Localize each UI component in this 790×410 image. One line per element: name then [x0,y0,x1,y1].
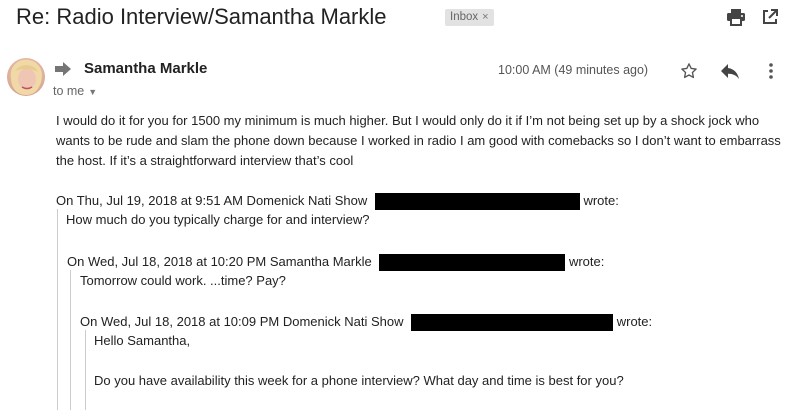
quote-attribution-2-prefix: On Wed, Jul 18, 2018 at 10:20 PM Samanth… [67,254,372,269]
quote-attribution-1-prefix: On Thu, Jul 19, 2018 at 9:51 AM Domenick… [56,193,368,208]
quote-attribution-1: On Thu, Jul 19, 2018 at 9:51 AM Domenick… [56,192,619,211]
sender-name[interactable]: Samantha Markle [84,60,207,77]
quote-1-line-1: How much do you typically charge for and… [66,212,370,227]
quote-3-line-1: Hello Samantha, [94,333,191,348]
quote-2-line-1: Tomorrow could work. ...time? Pay? [80,273,286,288]
quote-attribution-3-suffix: wrote: [616,314,653,329]
arrow-right-icon [53,61,73,82]
remove-label-icon[interactable]: × [482,11,488,23]
quote-bar-2 [70,270,71,410]
reply-icon[interactable] [718,61,742,81]
redacted-email-3 [411,314,614,332]
quote-bar-3 [85,330,86,410]
email-subject: Re: Radio Interview/Samantha Markle [16,4,387,29]
more-vert-icon[interactable] [762,61,780,81]
quote-bar-1 [57,209,58,410]
message-body: I would do it for you for 1500 my minimu… [56,113,781,168]
redacted-email-2 [379,254,566,272]
inbox-label-chip[interactable]: Inbox × [445,9,494,26]
star-icon[interactable] [678,61,700,81]
quote-attribution-1-suffix: wrote: [583,193,619,208]
quote-attribution-2: On Wed, Jul 18, 2018 at 10:20 PM Samanth… [67,253,605,272]
print-icon[interactable] [724,6,748,28]
open-in-new-window-icon[interactable] [758,6,782,28]
message-timestamp: 10:00 AM (49 minutes ago) [498,63,649,77]
quote-3-line-2: Do you have availability this week for a… [94,373,624,388]
inbox-label-text: Inbox [450,11,479,23]
quote-attribution-2-suffix: wrote: [568,254,605,269]
redacted-email-1 [374,193,580,211]
recipient-label: to me [53,84,85,98]
quote-attribution-3-prefix: On Wed, Jul 18, 2018 at 10:09 PM Domenic… [80,314,404,329]
recipient-details[interactable]: to me ▼ [53,84,97,98]
sender-avatar [7,58,45,96]
quote-attribution-3: On Wed, Jul 18, 2018 at 10:09 PM Domenic… [80,313,653,332]
caret-down-icon[interactable]: ▼ [88,87,97,97]
